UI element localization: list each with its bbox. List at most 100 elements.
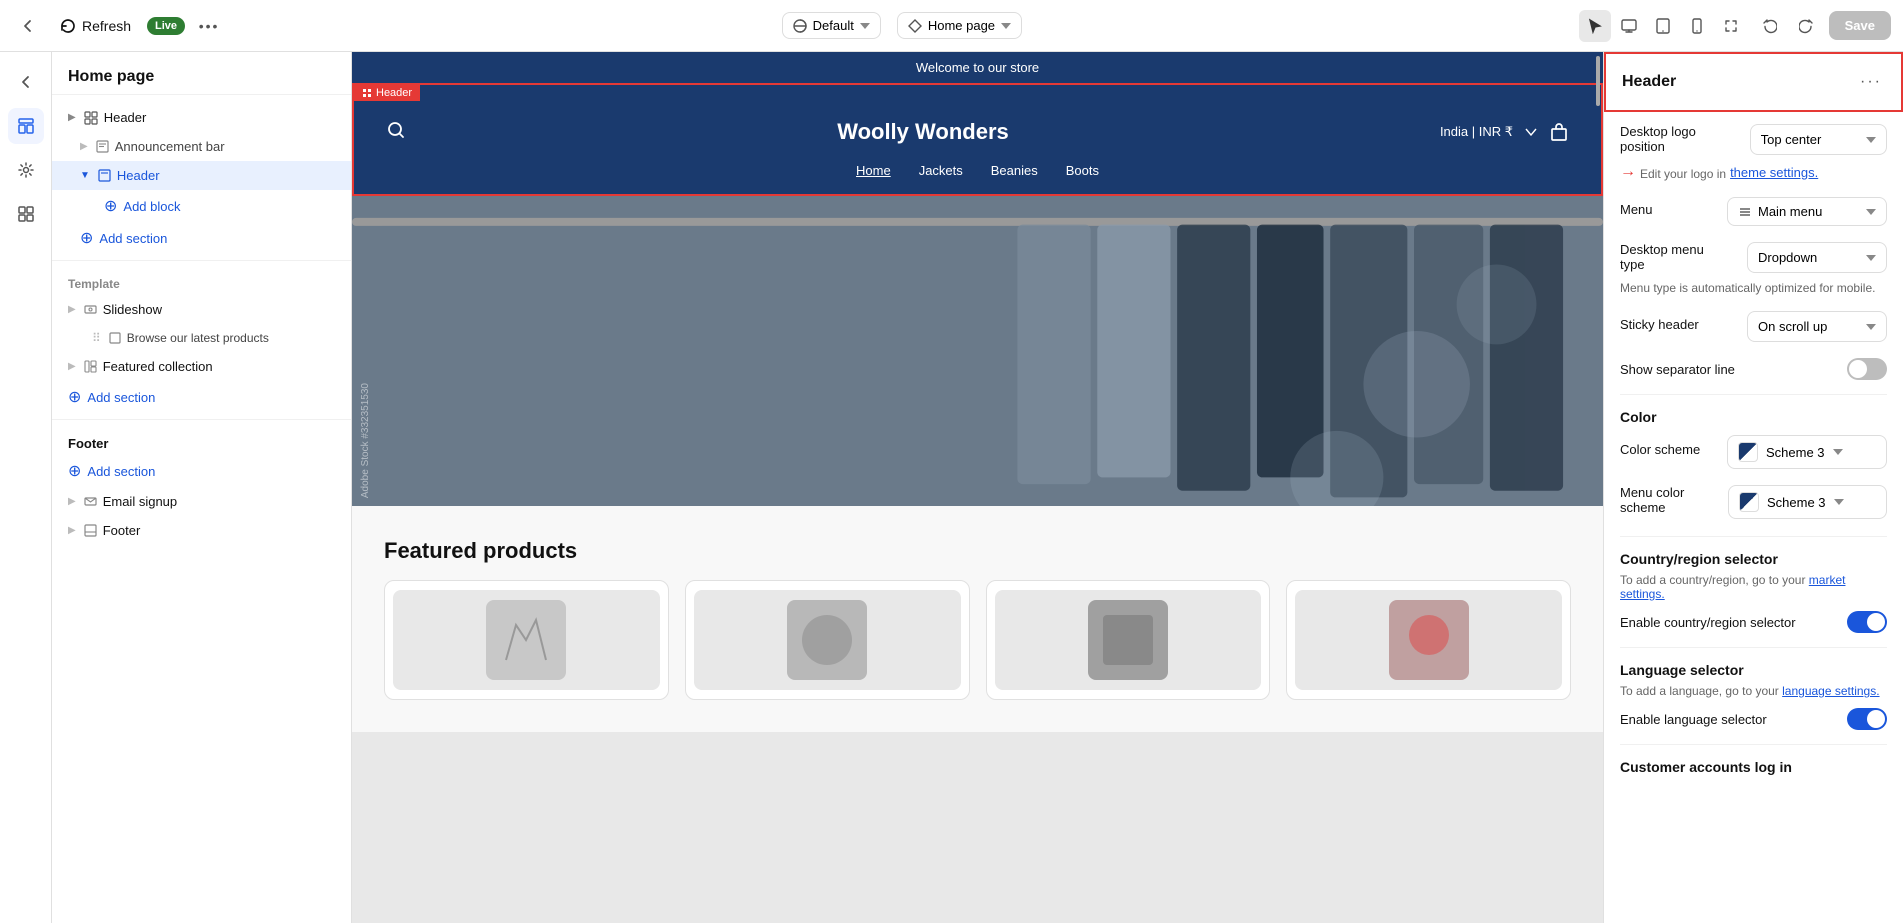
customer-accounts-title: Customer accounts log in	[1620, 759, 1887, 775]
back-button[interactable]	[12, 10, 44, 42]
settings-nav-button[interactable]	[8, 152, 44, 188]
add-section2-button[interactable]: ⊕ Add section	[68, 381, 351, 413]
menu-type-hint: Menu type is automatically optimized for…	[1620, 281, 1887, 295]
cursor-view-button[interactable]	[1579, 10, 1611, 42]
add-footer-section-button[interactable]: ⊕ Add section	[68, 455, 351, 487]
logo-text: Woolly Wonders	[837, 119, 1009, 144]
nav-boots[interactable]: Boots	[1066, 163, 1099, 178]
right-panel: Header ··· Desktop logo position Top cen…	[1603, 52, 1903, 923]
menu-type-select[interactable]: Dropdown	[1747, 242, 1887, 273]
store-nav-right: India | INR ₹	[1440, 122, 1569, 142]
featured-collection-item[interactable]: ▶ Featured collection	[52, 352, 351, 381]
country-hint: To add a country/region, go to your mark…	[1620, 573, 1887, 601]
page-dropdown[interactable]: Home page	[897, 12, 1022, 39]
divider-3	[1620, 647, 1887, 648]
add-block-button[interactable]: ⊕ Add block	[104, 190, 351, 222]
add-footer-plus-icon: ⊕	[68, 461, 81, 481]
sections-nav-button[interactable]	[8, 108, 44, 144]
apps-nav-button[interactable]	[8, 196, 44, 232]
menu-color-scheme-select[interactable]: Scheme 3	[1728, 485, 1887, 519]
add-section2-label: Add section	[87, 390, 155, 405]
logo-position-row: Desktop logo position Top center → Edit …	[1620, 124, 1887, 181]
store-logo: Woolly Wonders	[837, 119, 1009, 145]
cart-icon[interactable]	[1549, 122, 1569, 142]
products-grid	[384, 580, 1571, 700]
separator-toggle[interactable]	[1847, 358, 1887, 380]
expand-view-button[interactable]	[1715, 10, 1747, 42]
product-card-4[interactable]	[1286, 580, 1571, 700]
browse-slide-item[interactable]: ⠿ Browse our latest products	[52, 324, 351, 352]
add-footer-section-label: Add section	[87, 464, 155, 479]
drag-handle-icon: ⠿	[92, 331, 101, 345]
slideshow-icon	[84, 303, 97, 316]
template-label: Template	[52, 267, 351, 295]
footer-item[interactable]: ▶ Footer	[52, 516, 351, 545]
preview-frame[interactable]: Welcome to our store Header Woolly	[352, 52, 1603, 923]
color-scheme-select[interactable]: Scheme 3	[1727, 435, 1887, 469]
left-panel-header: Home page	[52, 52, 351, 95]
right-panel-more-icon: ···	[1860, 73, 1882, 90]
enable-language-label: Enable language selector	[1620, 712, 1767, 727]
nav-beanies[interactable]: Beanies	[991, 163, 1038, 178]
featured-collection-label: Featured collection	[103, 359, 213, 374]
announcement-icon	[96, 140, 109, 153]
separator-label: Show separator line	[1620, 362, 1735, 377]
theme-settings-link[interactable]: theme settings.	[1730, 165, 1818, 180]
preview-area: Welcome to our store Header Woolly	[352, 52, 1603, 923]
add-section-button[interactable]: ⊕ Add section	[80, 222, 351, 254]
theme-dropdown[interactable]: Default	[782, 12, 881, 39]
header-group-item[interactable]: ▶ Header	[52, 103, 351, 132]
top-bar-right: Save	[1579, 10, 1891, 42]
desktop-view-button[interactable]	[1613, 10, 1645, 42]
menu-color-scheme-label: Menu color scheme	[1620, 485, 1720, 515]
right-panel-header: Header ···	[1604, 52, 1903, 112]
nav-home[interactable]: Home	[856, 163, 891, 178]
redo-button[interactable]	[1791, 10, 1823, 42]
enable-country-toggle[interactable]	[1847, 611, 1887, 633]
header-chevron-icon: ▶	[68, 112, 76, 123]
slideshow-item[interactable]: ▶ Slideshow	[52, 295, 351, 324]
back-nav-button[interactable]	[8, 64, 44, 100]
menu-type-row: Desktop menu type Dropdown Menu type is …	[1620, 242, 1887, 295]
email-signup-item[interactable]: ▶ Email signup	[52, 487, 351, 516]
undo-button[interactable]	[1753, 10, 1785, 42]
product-card-3[interactable]	[986, 580, 1271, 700]
preview-scrollbar[interactable]	[1595, 52, 1601, 923]
product-card-2[interactable]	[685, 580, 970, 700]
slideshow-chevron-icon: ▶	[68, 304, 76, 315]
tablet-view-button[interactable]	[1647, 10, 1679, 42]
save-button[interactable]: Save	[1829, 11, 1891, 40]
add-section-plus-icon: ⊕	[80, 228, 93, 248]
store-nav: Woolly Wonders India | INR ₹	[354, 101, 1601, 163]
enable-language-toggle[interactable]	[1847, 708, 1887, 730]
header-grid-icon	[84, 111, 98, 125]
add-footer-section-container: ⊕ Add section	[52, 455, 351, 487]
enable-country-label: Enable country/region selector	[1620, 615, 1796, 630]
menu-row: Menu Main menu	[1620, 197, 1887, 226]
add-section2-plus-icon: ⊕	[68, 387, 81, 407]
product-image-4	[1295, 590, 1562, 690]
region-chevron-icon	[1525, 128, 1537, 136]
header-item[interactable]: ▼ Header	[52, 161, 351, 190]
search-icon-area[interactable]	[386, 120, 406, 145]
template-group: Template ▶ Slideshow ⠿ Browse our latest…	[52, 267, 351, 413]
announcement-bar-item[interactable]: ▶ Announcement bar	[52, 132, 351, 161]
right-panel-more-button[interactable]: ···	[1857, 68, 1885, 96]
product-card-1[interactable]	[384, 580, 669, 700]
language-settings-link[interactable]: language settings.	[1782, 684, 1879, 698]
logo-position-select[interactable]: Top center	[1750, 124, 1887, 155]
footer-group-label: Footer	[52, 426, 351, 455]
mobile-view-button[interactable]	[1681, 10, 1713, 42]
page-title: Home page	[68, 68, 154, 85]
refresh-button[interactable]: Refresh	[52, 12, 139, 40]
color-scheme-label: Color scheme	[1620, 442, 1700, 457]
store-header-section[interactable]: Header Woolly Wonders India | INR ₹	[352, 83, 1603, 196]
more-options-button[interactable]: •••	[193, 10, 225, 42]
logo-hint-text: Edit your logo in	[1640, 167, 1726, 181]
add-section-label: Add section	[99, 231, 167, 246]
preview-inner: Welcome to our store Header Woolly	[352, 52, 1603, 732]
nav-jackets[interactable]: Jackets	[919, 163, 963, 178]
menu-select[interactable]: Main menu	[1727, 197, 1887, 226]
sticky-header-select[interactable]: On scroll up	[1747, 311, 1887, 342]
divider-1	[1620, 394, 1887, 395]
